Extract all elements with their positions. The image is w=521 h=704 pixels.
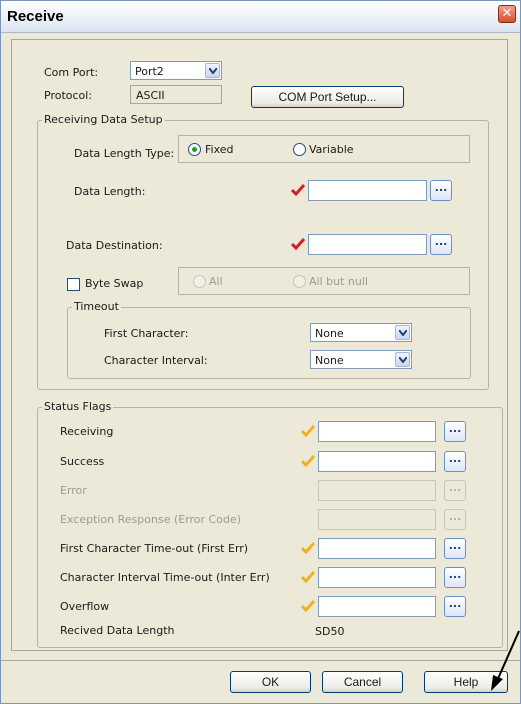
timeout-group: Timeout First Character: None Character … bbox=[67, 300, 471, 379]
fixed-radio[interactable] bbox=[188, 143, 201, 156]
variable-label: Variable bbox=[309, 143, 354, 156]
status-flag-label: Exception Response (Error Code) bbox=[60, 513, 242, 526]
window-title: Receive bbox=[7, 8, 64, 25]
timeout-title: Timeout bbox=[72, 300, 121, 313]
byte-swap-checkbox[interactable] bbox=[67, 278, 80, 291]
status-flag-label: Character Interval Time-out (Inter Err) bbox=[60, 571, 270, 584]
status-flag-browse-button: ... bbox=[444, 509, 466, 530]
first-character-value: None bbox=[315, 327, 344, 340]
byte-swap-options-panel: All All but null bbox=[178, 267, 470, 295]
receiving-data-setup-title: Receiving Data Setup bbox=[42, 113, 165, 126]
status-flag-input[interactable] bbox=[318, 596, 436, 617]
data-destination-browse-button[interactable]: ... bbox=[430, 234, 452, 255]
first-character-label: First Character: bbox=[104, 327, 189, 340]
footer-divider bbox=[1, 660, 520, 661]
com-port-setup-button[interactable]: COM Port Setup... bbox=[251, 86, 404, 108]
byte-swap-label: Byte Swap bbox=[85, 277, 144, 290]
com-port-value: Port2 bbox=[135, 65, 164, 78]
all-label: All bbox=[209, 275, 223, 288]
cancel-button[interactable]: Cancel bbox=[322, 671, 403, 693]
status-flag-browse-button[interactable]: ... bbox=[444, 451, 466, 472]
receive-dialog: Receive ✕ Com Port: Port2 Protocol: ASCI… bbox=[0, 0, 521, 704]
status-flag-input[interactable] bbox=[318, 451, 436, 472]
status-flag-label: Receiving bbox=[60, 425, 114, 438]
status-flag-input[interactable] bbox=[318, 538, 436, 559]
received-data-length-value: SD50 bbox=[315, 625, 345, 638]
status-flag-browse-button[interactable]: ... bbox=[444, 567, 466, 588]
data-length-type-panel: Fixed Variable bbox=[178, 135, 470, 163]
ok-button[interactable]: OK bbox=[230, 671, 311, 693]
status-flags-title: Status Flags bbox=[42, 400, 114, 413]
all-but-null-label: All but null bbox=[309, 275, 368, 288]
required-check-icon bbox=[291, 238, 305, 250]
dialog-content-panel: Com Port: Port2 Protocol: ASCII COM Port… bbox=[11, 39, 508, 651]
status-flag-label: Success bbox=[60, 455, 105, 468]
character-interval-label: Character Interval: bbox=[104, 354, 208, 367]
status-flag-browse-button[interactable]: ... bbox=[444, 538, 466, 559]
title-bar: Receive ✕ bbox=[1, 1, 520, 33]
status-flag-browse-button[interactable]: ... bbox=[444, 421, 466, 442]
status-flag-input[interactable] bbox=[318, 567, 436, 588]
status-flag-input bbox=[318, 480, 436, 501]
first-character-select[interactable]: None bbox=[310, 323, 412, 342]
protocol-value: ASCII bbox=[136, 89, 165, 102]
character-interval-value: None bbox=[315, 354, 344, 367]
status-flag-label: Error bbox=[60, 484, 87, 497]
protocol-label: Protocol: bbox=[44, 89, 93, 102]
chevron-down-icon[interactable] bbox=[395, 325, 410, 340]
optional-check-icon bbox=[301, 542, 315, 554]
protocol-field: ASCII bbox=[130, 85, 222, 104]
fixed-label: Fixed bbox=[205, 143, 234, 156]
chevron-down-icon[interactable] bbox=[205, 63, 220, 78]
optional-check-icon bbox=[301, 600, 315, 612]
optional-check-icon bbox=[301, 455, 315, 467]
optional-check-icon bbox=[301, 571, 315, 583]
data-destination-label: Data Destination: bbox=[66, 239, 163, 252]
close-button[interactable]: ✕ bbox=[498, 5, 516, 23]
annotation-arrow-icon bbox=[491, 630, 520, 691]
variable-radio[interactable] bbox=[293, 143, 306, 156]
com-port-label: Com Port: bbox=[44, 66, 99, 79]
chevron-down-icon[interactable] bbox=[395, 352, 410, 367]
optional-check-icon bbox=[301, 425, 315, 437]
data-length-input[interactable] bbox=[308, 180, 427, 201]
data-length-type-label: Data Length Type: bbox=[74, 147, 175, 160]
status-flag-label: Overflow bbox=[60, 600, 110, 613]
data-length-browse-button[interactable]: ... bbox=[430, 180, 452, 201]
data-length-label: Data Length: bbox=[74, 185, 146, 198]
required-check-icon bbox=[291, 184, 305, 196]
status-flags-group: Status Flags Receiving... Success... Error… bbox=[37, 400, 503, 648]
status-flag-label: First Character Time-out (First Err) bbox=[60, 542, 249, 555]
all-but-null-radio[interactable] bbox=[293, 275, 306, 288]
status-flag-browse-button: ... bbox=[444, 480, 466, 501]
data-destination-input[interactable] bbox=[308, 234, 427, 255]
character-interval-select[interactable]: None bbox=[310, 350, 412, 369]
status-flag-browse-button[interactable]: ... bbox=[444, 596, 466, 617]
status-flag-input[interactable] bbox=[318, 421, 436, 442]
receiving-data-setup-group: Receiving Data Setup Data Length Type: F… bbox=[37, 113, 489, 390]
status-flag-input bbox=[318, 509, 436, 530]
all-radio[interactable] bbox=[193, 275, 206, 288]
com-port-select[interactable]: Port2 bbox=[130, 61, 222, 80]
received-data-length-label: Recived Data Length bbox=[60, 624, 175, 637]
